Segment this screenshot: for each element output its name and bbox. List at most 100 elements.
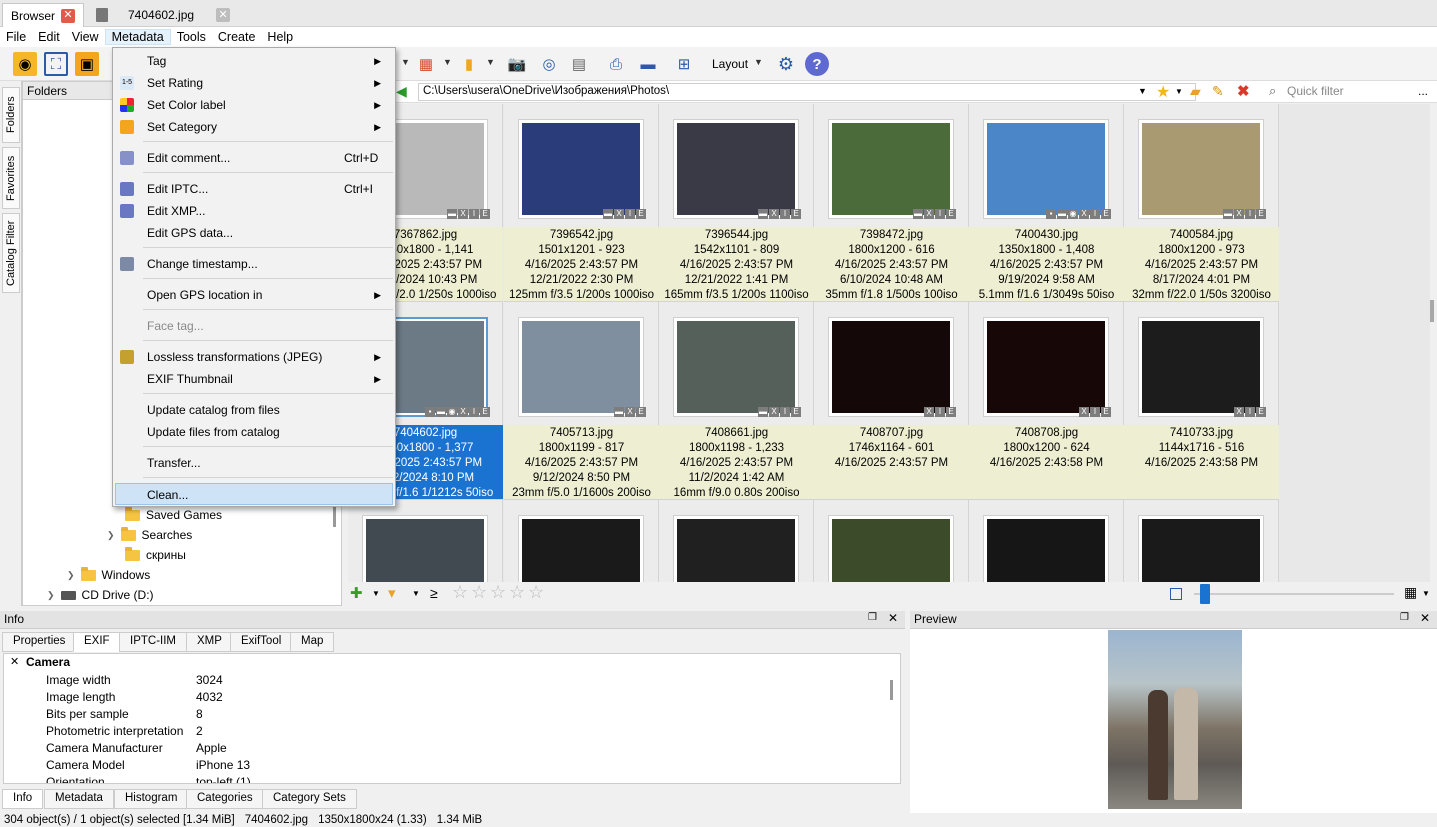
menu-item-edit-xmp[interactable]: Edit XMP...: [115, 200, 393, 222]
thumbnail-frame[interactable]: [518, 119, 644, 219]
menu-item-edit-gps[interactable]: Edit GPS data...: [115, 222, 393, 244]
view-mode-icon[interactable]: ▦: [1404, 584, 1417, 601]
view-image-icon[interactable]: ◉: [13, 52, 37, 76]
bottom-tab-info[interactable]: Info: [2, 789, 44, 809]
thumbnail-frame[interactable]: [673, 317, 799, 417]
exif-row[interactable]: Image width 3024: [4, 672, 884, 689]
thumbnail-cell[interactable]: ▬ X I E 7396542.jpg 1501x1201 - 923 4/16/2025 …: [504, 104, 659, 302]
add-folder-icon[interactable]: ▰: [1190, 83, 1201, 100]
restore-icon[interactable]: ❐: [1400, 612, 1409, 623]
sidetab-favorites[interactable]: Favorites: [2, 147, 20, 209]
star-rating-2[interactable]: ☆: [471, 582, 487, 603]
menu-file[interactable]: File: [0, 30, 32, 44]
exif-row[interactable]: Camera Manufacturer Apple: [4, 740, 884, 757]
menu-item-exif-thumbnail[interactable]: EXIF Thumbnail ▶: [115, 368, 393, 390]
zoom-slider-thumb[interactable]: [1200, 584, 1210, 604]
thumbnail-frame[interactable]: [828, 119, 954, 219]
print-icon[interactable]: ⎙: [604, 52, 628, 76]
chevron-down-icon[interactable]: ▼: [1422, 589, 1430, 598]
close-icon[interactable]: ✕: [61, 8, 76, 23]
bottom-tab-categories[interactable]: Categories: [186, 789, 264, 809]
thumbnail-cell[interactable]: [659, 500, 814, 582]
tree-item-windows[interactable]: ❯ Windows: [67, 565, 150, 585]
restore-icon[interactable]: ❐: [868, 612, 877, 623]
layout-dropdown[interactable]: Layout: [712, 57, 748, 71]
chevron-right-icon[interactable]: ❯: [107, 530, 115, 541]
star-rating-5[interactable]: ☆: [528, 582, 544, 603]
chevron-right-icon[interactable]: ❯: [47, 590, 55, 601]
thumbnail-image[interactable]: [1142, 321, 1260, 413]
tree-item-searches[interactable]: ❯ Searches: [107, 525, 192, 545]
bottom-tab-histogram[interactable]: Histogram: [114, 789, 189, 809]
thumbnail-frame[interactable]: [518, 317, 644, 417]
star-rating-1[interactable]: ☆: [452, 582, 468, 603]
thumbnail-cell[interactable]: ▬ X I E 7396544.jpg 1542x1101 - 809 4/16/2025 …: [659, 104, 814, 302]
thumbnail-frame[interactable]: [518, 515, 644, 582]
camera-icon[interactable]: 📷: [505, 52, 529, 76]
thumbnail-image[interactable]: [677, 519, 795, 582]
thumbnail-image[interactable]: [832, 519, 950, 582]
binoculars-icon[interactable]: ◎: [537, 52, 561, 76]
menu-view[interactable]: View: [66, 30, 105, 44]
menu-item-edit-comment[interactable]: Edit comment... Ctrl+D: [115, 147, 393, 169]
menu-item-set-category[interactable]: Set Category ▶: [115, 116, 393, 138]
thumbnail-frame[interactable]: [362, 515, 488, 582]
close-icon[interactable]: ✕: [888, 611, 898, 625]
thumbnail-frame[interactable]: [1138, 119, 1264, 219]
tab-xmp[interactable]: XMP: [186, 632, 233, 652]
thumbnail-frame[interactable]: [828, 515, 954, 582]
exif-row[interactable]: Image length 4032: [4, 689, 884, 706]
menu-item-open-gps[interactable]: Open GPS location in ▶: [115, 284, 393, 306]
thumbnail-image[interactable]: [987, 321, 1105, 413]
thumbnail-cell[interactable]: [1124, 500, 1279, 582]
thumbnail-frame[interactable]: [983, 515, 1109, 582]
thumbnail-cell[interactable]: [348, 500, 503, 582]
thumbnail-image[interactable]: [677, 321, 795, 413]
fullscreen-icon[interactable]: ⛶: [44, 52, 68, 76]
quick-filter-input[interactable]: Quick filter: [1265, 83, 1433, 101]
menu-edit[interactable]: Edit: [32, 30, 66, 44]
menu-item-edit-iptc[interactable]: Edit IPTC... Ctrl+I: [115, 178, 393, 200]
bottom-tab-category-sets[interactable]: Category Sets: [262, 789, 357, 809]
menu-create[interactable]: Create: [212, 30, 262, 44]
thumbnail-size-icon[interactable]: [1170, 588, 1182, 600]
thumbnail-image[interactable]: [522, 519, 640, 582]
exif-row[interactable]: Bits per sample 8: [4, 706, 884, 723]
thumbnail-image[interactable]: [1142, 519, 1260, 582]
chevron-right-icon[interactable]: ❯: [67, 570, 75, 581]
chevron-down-icon[interactable]: ▼: [443, 57, 452, 67]
menu-item-set-color-label[interactable]: Set Color label ▶: [115, 94, 393, 116]
menu-item-clean[interactable]: Clean...: [115, 483, 393, 505]
thumbnail-frame[interactable]: [828, 317, 954, 417]
menu-item-change-timestamp[interactable]: Change timestamp...: [115, 253, 393, 275]
chevron-down-icon[interactable]: ▼: [372, 589, 380, 598]
exif-row[interactable]: Orientation top-left (1): [4, 774, 884, 783]
bottom-tab-metadata[interactable]: Metadata: [44, 789, 114, 809]
menu-item-lossless[interactable]: Lossless transformations (JPEG) ▶: [115, 346, 393, 368]
menu-item-transfer[interactable]: Transfer...: [115, 452, 393, 474]
edit-icon[interactable]: ✎: [1212, 83, 1224, 100]
menu-item-update-files[interactable]: Update files from catalog: [115, 421, 393, 443]
thumbnail-frame[interactable]: [673, 119, 799, 219]
thumbnail-image[interactable]: [987, 519, 1105, 582]
tab-iptc-iim[interactable]: IPTC-IIM: [119, 632, 187, 652]
chevron-down-icon[interactable]: ▼: [401, 57, 410, 67]
thumbnail-cell[interactable]: [969, 500, 1124, 582]
tab-image[interactable]: 7404602.jpg ✕: [88, 3, 238, 27]
thumbnail-cell[interactable]: [814, 500, 969, 582]
thumbnail-frame[interactable]: [1138, 515, 1264, 582]
star-rating-3[interactable]: ☆: [490, 582, 506, 603]
star-rating-4[interactable]: ☆: [509, 582, 525, 603]
chevron-down-icon[interactable]: ▼: [754, 57, 763, 67]
tree-item-screens[interactable]: скрины: [125, 545, 186, 565]
thumbnail-cell[interactable]: X I E 7410733.jpg 1144x1716 - 516 4/16/2025 2…: [1124, 302, 1279, 500]
tree-item-cd-drive[interactable]: ❯ CD Drive (D:): [47, 585, 154, 605]
exif-row[interactable]: Photometric interpretation 2: [4, 723, 884, 740]
menu-item-set-rating[interactable]: 1-5 Set Rating ▶: [115, 72, 393, 94]
tab-exiftool[interactable]: ExifTool: [230, 632, 293, 652]
chevron-down-icon[interactable]: ▼: [486, 57, 495, 67]
thumbnail-image[interactable]: [1142, 123, 1260, 215]
thumbnail-frame[interactable]: [983, 317, 1109, 417]
compare-icon[interactable]: ▤: [567, 52, 591, 76]
thumbnail-frame[interactable]: [1138, 317, 1264, 417]
